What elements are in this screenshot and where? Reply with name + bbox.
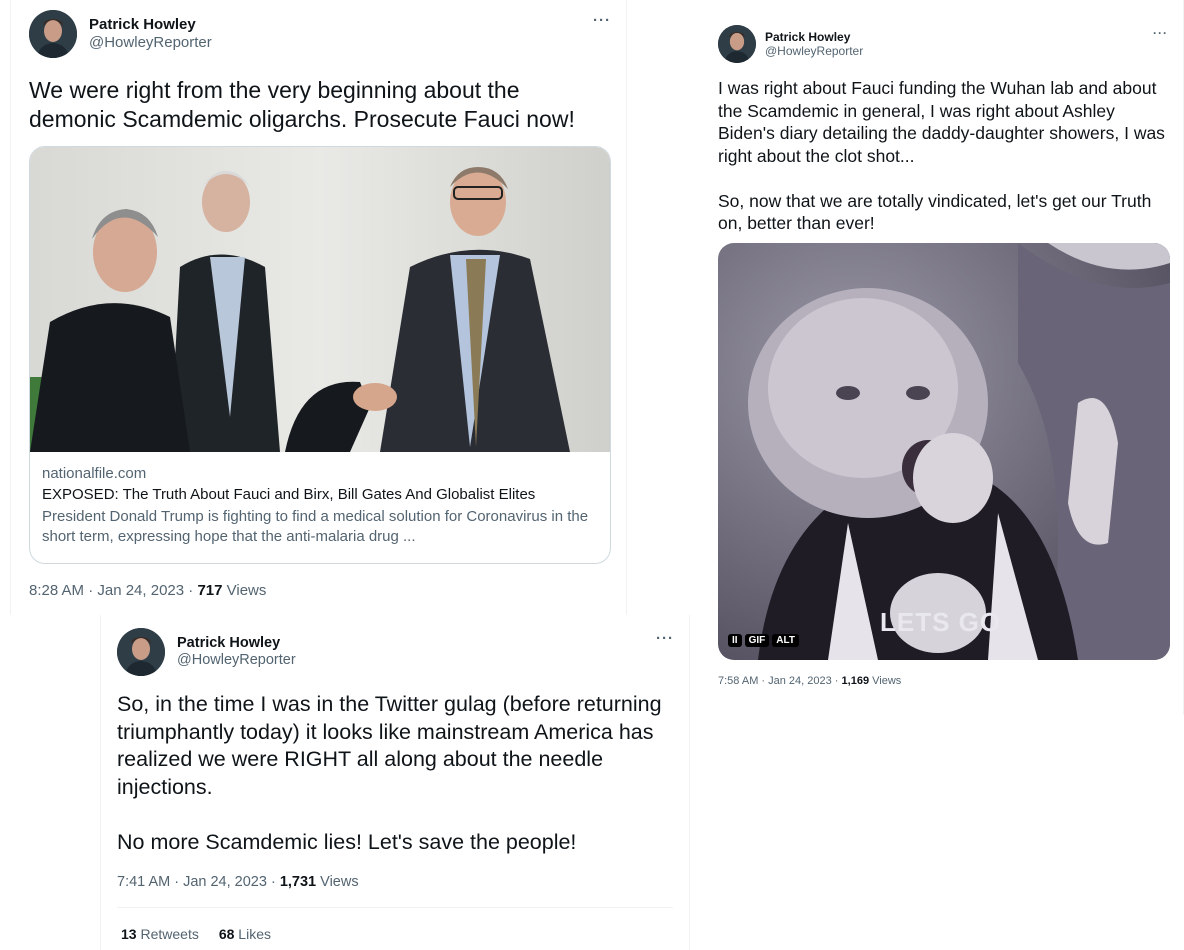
views-label: Views xyxy=(226,582,267,599)
display-name[interactable]: Patrick Howley xyxy=(89,16,212,34)
tweet-text: We were right from the very beginning ab… xyxy=(29,77,575,132)
views-count: 1,731 xyxy=(279,874,317,890)
retweets-stat[interactable]: 13 Retweets xyxy=(121,926,199,942)
views-label: Views xyxy=(320,874,359,890)
link-card-image xyxy=(30,147,610,452)
avatar[interactable] xyxy=(117,628,165,676)
tweet-card-2: Patrick Howley @HowleyReporter ··· I was… xyxy=(700,0,1184,715)
views-count: 1,169 xyxy=(841,675,870,687)
more-options-icon[interactable]: ··· xyxy=(1153,26,1168,40)
tweet-meta: 7:41 AM · Jan 24, 2023 · 1,731 Views xyxy=(117,874,359,890)
views-label: Views xyxy=(872,675,902,687)
retweets-count: 13 xyxy=(121,926,137,942)
tweet-header: Patrick Howley @HowleyReporter xyxy=(718,25,863,63)
gif-caption: LETS GO xyxy=(880,607,1002,637)
divider xyxy=(117,907,673,908)
tweet-meta: 7:58 AM · Jan 24, 2023 · 1,169 Views xyxy=(718,675,901,687)
tweet-text: So, in the time I was in the Twitter gul… xyxy=(117,692,662,854)
retweets-label: Retweets xyxy=(140,926,199,942)
link-domain: nationalfile.com xyxy=(42,465,147,482)
tweet-card-1: Patrick Howley @HowleyReporter ··· We we… xyxy=(10,0,627,615)
handle[interactable]: @HowleyReporter xyxy=(89,34,212,52)
pause-icon[interactable]: II xyxy=(728,634,742,647)
avatar-image xyxy=(117,628,165,676)
display-name[interactable]: Patrick Howley xyxy=(177,635,296,652)
tweet-header: Patrick Howley @HowleyReporter xyxy=(117,628,296,676)
link-card[interactable]: nationalfile.com EXPOSED: The Truth Abou… xyxy=(29,146,611,564)
handle[interactable]: @HowleyReporter xyxy=(177,652,296,669)
gif-image xyxy=(718,243,1170,660)
avatar[interactable] xyxy=(29,10,77,58)
tweet-header: Patrick Howley @HowleyReporter xyxy=(29,10,212,58)
alt-badge[interactable]: ALT xyxy=(772,634,799,647)
link-title: EXPOSED: The Truth About Fauci and Birx,… xyxy=(42,486,536,503)
likes-label: Likes xyxy=(238,926,271,942)
handle[interactable]: @HowleyReporter xyxy=(765,44,863,58)
timestamp[interactable]: 8:28 AM · Jan 24, 2023 · xyxy=(29,582,197,599)
gif-badges: II GIF ALT xyxy=(728,634,799,647)
timestamp[interactable]: 7:41 AM · Jan 24, 2023 · xyxy=(117,874,280,890)
more-options-icon[interactable]: ··· xyxy=(656,630,674,647)
gif-badge: GIF xyxy=(744,634,770,647)
display-name[interactable]: Patrick Howley xyxy=(765,30,863,44)
tweet-card-3: Patrick Howley @HowleyReporter ··· So, i… xyxy=(100,615,690,950)
more-options-icon[interactable]: ··· xyxy=(593,12,611,29)
tweet-stats: 13 Retweets 68 Likes xyxy=(121,926,271,942)
tweet-text: I was right about Fauci funding the Wuha… xyxy=(718,78,1165,233)
tweet-meta: 8:28 AM · Jan 24, 2023 · 717 Views xyxy=(29,582,266,599)
avatar-image xyxy=(29,10,77,58)
timestamp[interactable]: 7:58 AM · Jan 24, 2023 · xyxy=(718,675,842,687)
avatar-image xyxy=(718,25,756,63)
gif-media[interactable]: LETS GO II GIF ALT xyxy=(718,243,1170,660)
views-count: 717 xyxy=(197,582,223,599)
link-description: President Donald Trump is fighting to fi… xyxy=(42,508,589,545)
avatar[interactable] xyxy=(718,25,756,63)
likes-stat[interactable]: 68 Likes xyxy=(219,926,271,942)
likes-count: 68 xyxy=(218,926,235,942)
